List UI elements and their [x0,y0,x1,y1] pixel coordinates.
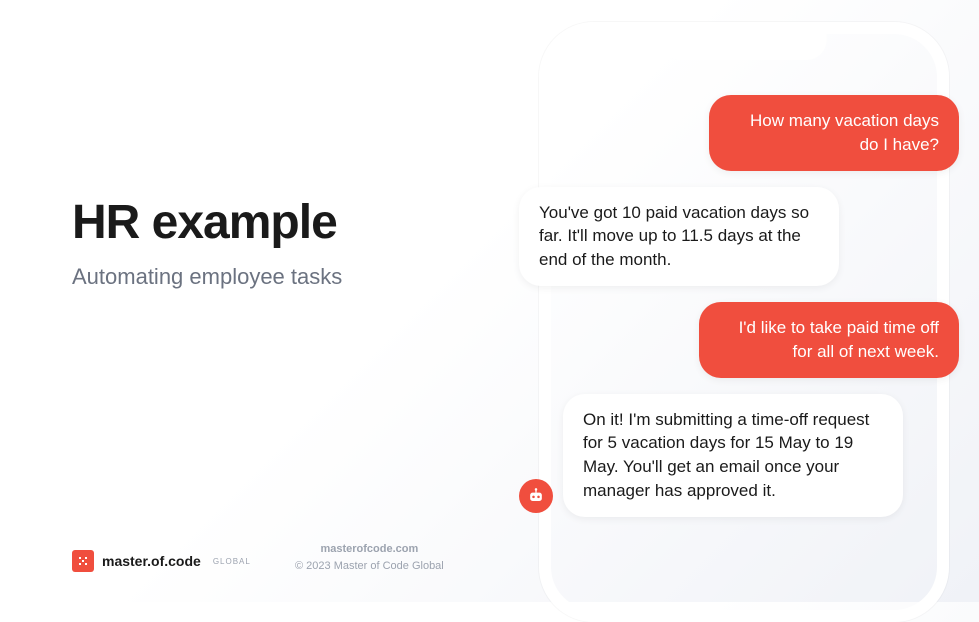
bot-message-row: On it! I'm submitting a time-off request… [519,394,959,517]
copyright: © 2023 Master of Code Global [295,558,444,575]
brand-name: master.of.code [102,553,201,569]
site-url: masterofcode.com [295,541,444,558]
brand-footer: master.of.code GLOBAL [72,550,251,572]
brand-logo-icon [72,550,94,572]
bot-message: You've got 10 paid vacation days so far.… [519,187,839,286]
bot-avatar-icon [519,479,553,513]
credits: masterofcode.com © 2023 Master of Code G… [295,541,444,574]
phone-notch [662,32,827,60]
brand-sub: GLOBAL [213,557,251,566]
chat-thread: How many vacation days do I have? You've… [519,95,959,517]
user-message: I'd like to take paid time off for all o… [699,302,959,378]
heading-block: HR example Automating employee tasks [72,195,342,290]
bot-message: On it! I'm submitting a time-off request… [563,394,903,517]
page-title: HR example [72,195,342,250]
page-subtitle: Automating employee tasks [72,264,342,290]
user-message: How many vacation days do I have? [709,95,959,171]
